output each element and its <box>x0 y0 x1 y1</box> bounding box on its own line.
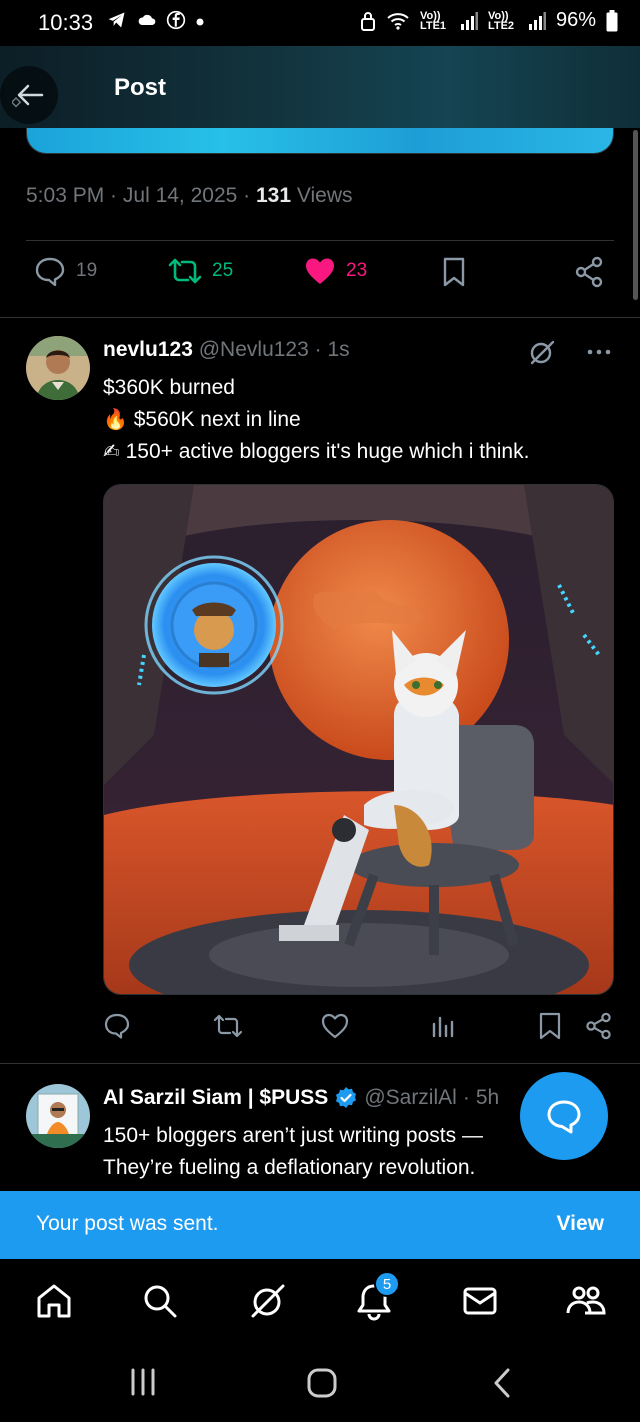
grok-icon[interactable] <box>528 338 556 366</box>
tweet-header: Al Sarzil Siam | $PUSS @SarzilAl · 5h <box>103 1086 500 1110</box>
repost-icon[interactable] <box>213 1012 243 1040</box>
views-count: 131 <box>256 184 292 207</box>
tweet-top-actions <box>528 338 612 366</box>
communities-icon <box>566 1286 606 1315</box>
divider <box>0 1063 640 1064</box>
like-count: 23 <box>346 260 368 281</box>
search-icon <box>144 1285 177 1318</box>
tweet-text: $360K burned 🔥 $560K next in line ✍ 150+… <box>103 372 529 468</box>
divider <box>26 240 614 241</box>
signal-icon-sim2 <box>528 11 546 30</box>
repost-icon <box>168 258 202 284</box>
nav-home[interactable] <box>32 1279 76 1323</box>
heart-icon[interactable] <box>321 1012 349 1040</box>
new-message-fab[interactable] <box>520 1072 608 1160</box>
reply-icon <box>35 257 65 286</box>
mail-icon <box>463 1287 497 1315</box>
tweet-line-with-emoji: 🔥 $560K next in line <box>103 408 301 431</box>
avatar[interactable] <box>26 1084 90 1148</box>
bottom-navigation: 5 <box>0 1259 640 1343</box>
post-time: 5:03 PM <box>26 184 105 207</box>
views-label: Views <box>296 184 353 207</box>
home-system-icon[interactable] <box>306 1367 338 1399</box>
back-system-icon[interactable] <box>490 1367 514 1399</box>
tweet-time: 1s <box>327 338 350 361</box>
author-name[interactable]: Al Sarzil Siam | $PUSS <box>103 1086 328 1110</box>
tweet-line: $360K burned <box>103 376 235 399</box>
author-handle[interactable]: @SarzilAl <box>364 1086 457 1110</box>
writing-hand-emoji: ✍ <box>103 441 120 463</box>
bookmark-icon <box>443 257 465 287</box>
reply-count: 19 <box>76 260 98 281</box>
facebook-icon <box>166 10 186 30</box>
status-time: 10:33 <box>38 10 94 35</box>
nav-notifications[interactable]: 5 <box>352 1271 400 1323</box>
back-arrow-icon <box>12 84 44 108</box>
battery-percent: 96% <box>555 9 596 31</box>
sim1-label: Vo)) LTE1 <box>419 9 447 32</box>
verified-badge-icon <box>336 1087 357 1108</box>
telegram-icon <box>108 12 125 28</box>
more-options-icon[interactable] <box>586 338 612 366</box>
chat-bubble-icon <box>547 1100 581 1134</box>
share-button[interactable] <box>574 256 604 288</box>
sim2-label: Vo)) LTE2 <box>487 9 515 32</box>
fire-emoji: 🔥 <box>103 409 128 431</box>
reply-button[interactable]: 19 <box>34 256 97 286</box>
post-header: Post <box>0 46 640 128</box>
repost-count: 25 <box>212 260 234 281</box>
toast-view-button[interactable]: View <box>557 1212 604 1236</box>
notification-badge: 5 <box>374 1271 400 1297</box>
toast-notification: Your post was sent. View <box>0 1191 640 1259</box>
home-icon <box>37 1284 71 1318</box>
back-button[interactable] <box>0 66 58 124</box>
cloud-icon <box>138 14 156 25</box>
tweet-actions <box>103 1012 614 1048</box>
tweet-header: nevlu123 @Nevlu123 · 1s <box>103 338 350 361</box>
status-bar: 10:33 Vo)) LTE1 Vo)) LTE2 96% <box>0 0 640 46</box>
lock-icon <box>360 11 375 31</box>
post-date: Jul 14, 2025 <box>122 184 238 207</box>
tweet-text: 150+ bloggers aren’t just writing posts … <box>103 1120 483 1184</box>
page-title: Post <box>114 74 167 101</box>
battery-icon <box>606 9 618 31</box>
author-name[interactable]: nevlu123 <box>103 338 193 361</box>
heart-filled-icon <box>306 258 334 284</box>
post-stats-row: 19 25 23 <box>26 256 614 302</box>
divider <box>0 317 640 318</box>
system-navigation-bar <box>0 1343 640 1422</box>
bookmark-button[interactable] <box>440 256 468 288</box>
nav-communities[interactable] <box>564 1279 608 1323</box>
tweet-line: They’re fueling a deflationary revolutio… <box>103 1156 476 1179</box>
scrollbar[interactable] <box>633 130 638 300</box>
share-icon[interactable] <box>585 1012 613 1040</box>
reply-icon[interactable] <box>103 1012 131 1040</box>
repost-button[interactable]: 25 <box>168 256 233 286</box>
status-right: Vo)) LTE1 Vo)) LTE2 96% <box>360 9 618 32</box>
bookmark-icon[interactable] <box>537 1012 563 1040</box>
previous-post-image-edge[interactable] <box>26 128 614 154</box>
tweet-line: 150+ bloggers aren’t just writing posts … <box>103 1124 483 1147</box>
toast-message: Your post was sent. <box>36 1212 219 1235</box>
share-icon <box>575 256 603 288</box>
avatar[interactable] <box>26 336 90 400</box>
tweet-time: 5h <box>475 1086 500 1109</box>
tweet-image[interactable] <box>103 484 614 995</box>
views-icon[interactable] <box>429 1012 457 1040</box>
status-notification-icons <box>106 10 206 30</box>
nav-grok[interactable] <box>246 1279 290 1323</box>
recent-apps-icon[interactable] <box>128 1367 158 1397</box>
nav-messages[interactable] <box>458 1279 502 1323</box>
dot-icon <box>196 18 204 26</box>
grok-icon <box>251 1284 285 1318</box>
nav-search[interactable] <box>138 1279 182 1323</box>
like-button[interactable]: 23 <box>304 256 367 286</box>
tweet-line-with-emoji: ✍ 150+ active bloggers it's huge which i… <box>103 440 530 463</box>
wifi-icon <box>387 12 409 30</box>
post-timestamp-views: 5:03 PM · Jul 14, 2025 · 131 Views <box>26 184 353 207</box>
signal-icon-sim1 <box>460 11 478 30</box>
author-handle[interactable]: @Nevlu123 <box>199 338 309 361</box>
